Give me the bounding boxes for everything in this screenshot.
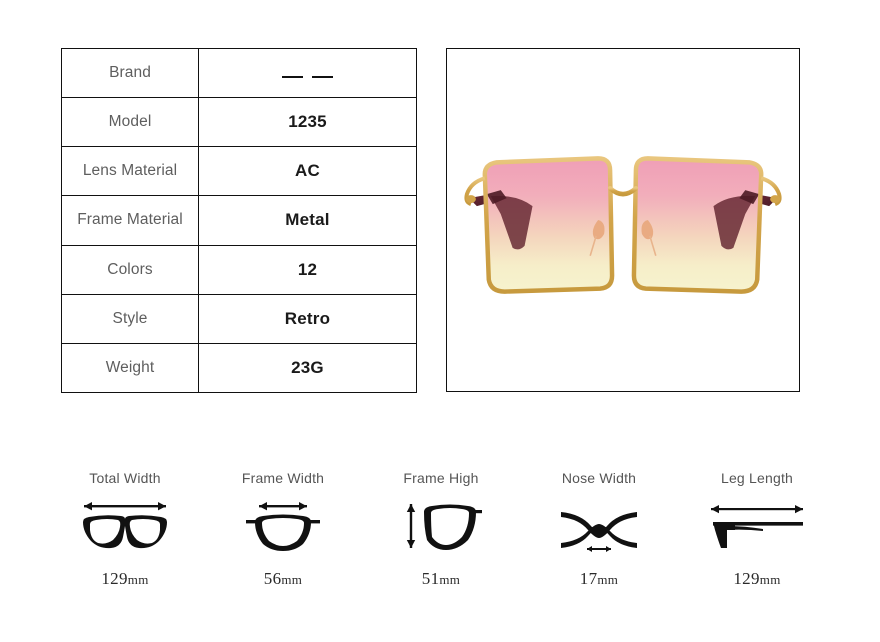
lens-rim-height-icon [400, 495, 482, 557]
spec-label-colors: Colors [61, 244, 199, 295]
measurement-leg-length: Leg Length 129mm [678, 470, 836, 589]
table-row: Style Retro [61, 293, 417, 344]
lens-rim-width-icon [243, 495, 323, 557]
measurement-value: 17mm [579, 569, 619, 588]
product-photo-panel [446, 48, 800, 392]
measurement-value: 129mm [101, 569, 149, 588]
spec-label-lens-material: Lens Material [61, 146, 199, 197]
table-row: Frame Material Metal [61, 195, 417, 246]
measurement-label: Total Width [89, 470, 161, 486]
measurement-nose-width: Nose Width 17mm [520, 470, 678, 589]
dash-mark-icon [312, 76, 333, 79]
table-row: Model 1235 [61, 97, 417, 148]
spec-label-model: Model [61, 97, 199, 148]
nose-bridge-icon [555, 495, 643, 557]
measurement-total-width: Total Width 129mm [46, 470, 204, 589]
dash-mark-icon [282, 76, 303, 79]
measurement-frame-high: Frame High 51mm [362, 470, 520, 589]
table-row: Weight 23G [61, 342, 417, 393]
spec-label-brand: Brand [61, 47, 199, 99]
spec-value-frame-material: Metal [198, 195, 417, 246]
spec-value-weight: 23G [198, 342, 417, 393]
spec-value-model: 1235 [198, 97, 417, 148]
glasses-full-icon [77, 495, 173, 557]
spec-value-style: Retro [198, 293, 417, 344]
table-row: Brand [61, 47, 417, 99]
measurement-value: 56mm [263, 569, 303, 588]
measurements-section: Total Width 129mm Frame Width 56mm Frame… [46, 470, 836, 605]
spec-label-weight: Weight [61, 342, 199, 393]
measurement-value: 129mm [733, 569, 781, 588]
measurement-label: Frame High [403, 470, 479, 486]
measurement-value: 51mm [421, 569, 461, 588]
table-row: Colors 12 [61, 244, 417, 295]
spec-value-lens-material: AC [198, 146, 417, 197]
specification-table-body: Brand Model 1235 Lens Material AC Frame … [61, 47, 417, 393]
specification-table: Brand Model 1235 Lens Material AC Frame … [61, 47, 417, 393]
measurement-label: Frame Width [241, 470, 325, 486]
table-row: Lens Material AC [61, 146, 417, 197]
sunglasses-product-image [447, 49, 799, 391]
measurement-label: Nose Width [561, 470, 637, 486]
spec-value-colors: 12 [198, 244, 417, 295]
measurement-label: Leg Length [720, 470, 794, 486]
spec-label-style: Style [61, 293, 199, 344]
brand-empty-dashes [282, 76, 333, 79]
measurement-frame-width: Frame Width 56mm [204, 470, 362, 589]
temple-arm-icon [705, 495, 809, 557]
spec-value-brand [198, 47, 417, 99]
spec-label-frame-material: Frame Material [61, 195, 199, 246]
